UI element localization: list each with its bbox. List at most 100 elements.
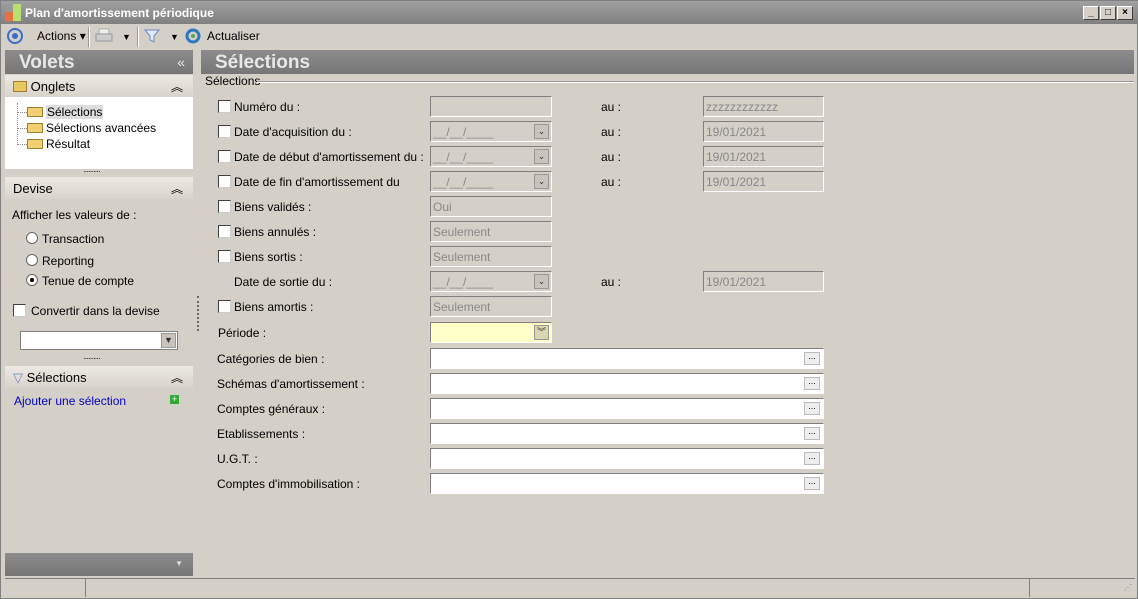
add-selection-link[interactable]: Ajouter une sélection [14, 394, 126, 408]
filter-dropdown-icon[interactable]: ▼ [170, 32, 179, 42]
ellipsis-button[interactable]: ... [804, 377, 820, 390]
field-value: 19/01/2021 [706, 150, 767, 164]
lookup-field[interactable]: ... [430, 423, 824, 444]
row-checkbox[interactable] [218, 225, 231, 238]
tree-item-selections[interactable]: Sélections [17, 105, 227, 119]
print-icon[interactable] [95, 28, 113, 44]
to-field[interactable]: 19/01/2021 [703, 121, 824, 142]
to-field[interactable]: zzzzzzzzzzzz [703, 96, 824, 117]
tree-item-selections-avancees[interactable]: Sélections avancées [17, 121, 156, 135]
actions-menu[interactable]: Actions ▾ [37, 29, 86, 43]
chevron-down-icon[interactable]: ⌄ [534, 274, 549, 289]
periode-select[interactable]: ︾ [430, 322, 552, 343]
row-checkbox[interactable] [218, 200, 231, 213]
collapse-chevron-icon[interactable]: ︽ [171, 78, 183, 95]
field-value: Seulement [433, 250, 491, 264]
radio-label: Reporting [42, 254, 95, 268]
from-field[interactable] [430, 96, 552, 117]
filter-icon[interactable] [144, 28, 160, 44]
row-label: Numéro du : [234, 100, 301, 114]
lookup-field[interactable]: ... [430, 448, 824, 469]
resize-grip-icon[interactable]: ⋰ [1124, 583, 1132, 592]
splitter-handle[interactable]: ·········· [83, 167, 101, 176]
chevron-down-icon[interactable]: ▼ [161, 333, 176, 348]
radio-reporting[interactable] [26, 254, 38, 266]
from-field[interactable]: __/__/____ ⌄ [430, 171, 552, 192]
chevron-down-icon[interactable]: ⌄ [534, 124, 549, 139]
sidebar-footer: ▼ [5, 553, 193, 576]
radio-tenue-de-compte[interactable] [26, 274, 38, 286]
ellipsis-button[interactable]: ... [804, 427, 820, 440]
to-field[interactable]: 19/01/2021 [703, 171, 824, 192]
double-chevron-down-icon[interactable]: ︾ [534, 325, 549, 340]
status-bar: ⋰ [5, 578, 1135, 597]
to-label: au : [601, 275, 622, 289]
ellipsis-button[interactable]: ... [804, 352, 820, 365]
row-label: Date de sortie du : [234, 275, 333, 289]
row-checkbox[interactable] [218, 300, 231, 313]
currency-select[interactable]: ▼ [20, 331, 178, 350]
main-header: Sélections [201, 50, 1134, 74]
row-checkbox[interactable] [218, 175, 231, 188]
from-field[interactable]: Seulement [430, 221, 552, 242]
ellipsis-button[interactable]: ... [804, 477, 820, 490]
convert-checkbox[interactable] [13, 304, 26, 317]
tree-item-resultat[interactable]: Résultat [17, 137, 90, 151]
from-field[interactable]: Seulement [430, 246, 552, 267]
app-logo-icon [5, 4, 21, 21]
app-menu-icon[interactable] [7, 28, 23, 44]
onglets-tree: Sélections Sélections avancées Résultat [5, 97, 193, 169]
row-checkbox[interactable] [218, 100, 231, 113]
ellipsis-button[interactable]: ... [804, 402, 820, 415]
onglets-panel-header[interactable]: Onglets ︽ [5, 75, 193, 97]
from-field[interactable]: Oui [430, 196, 552, 217]
chevron-down-icon[interactable]: ⌄ [534, 174, 549, 189]
row-checkbox[interactable] [218, 150, 231, 163]
collapse-chevron-icon[interactable]: ︽ [171, 369, 183, 386]
row-checkbox[interactable] [218, 250, 231, 263]
devise-panel-header[interactable]: Devise ︽ [5, 177, 193, 199]
lookup-field[interactable]: ... [430, 473, 824, 494]
close-button[interactable]: × [1117, 6, 1133, 20]
collapse-sidebar-button[interactable]: « [177, 54, 185, 70]
field-value: 19/01/2021 [706, 275, 767, 289]
radio-transaction[interactable] [26, 232, 38, 244]
splitter-handle[interactable]: ·········· [83, 354, 101, 363]
row-label: Date d'acquisition du : [234, 125, 352, 139]
tree-item-label: Sélections [46, 105, 104, 119]
group-divider [257, 81, 1134, 83]
to-field[interactable]: 19/01/2021 [703, 271, 824, 292]
chevron-down-icon[interactable]: ⌄ [534, 149, 549, 164]
row-label: Date de fin d'amortissement du [234, 175, 400, 189]
filter-icon: ▽ [13, 370, 23, 385]
from-field[interactable]: __/__/____ ⌄ [430, 121, 552, 142]
to-label: au : [601, 175, 622, 189]
folder-icon [13, 81, 27, 92]
selections-panel-header[interactable]: ▽ Sélections ︽ [5, 366, 193, 388]
print-dropdown-icon[interactable]: ▼ [122, 32, 131, 42]
from-field[interactable]: __/__/____ ⌄ [430, 146, 552, 167]
actions-label: Actions [37, 29, 77, 43]
field-value: Seulement [433, 300, 491, 314]
chevron-down-icon[interactable]: ▼ [175, 559, 183, 568]
add-icon[interactable]: + [170, 395, 179, 404]
minimize-button[interactable]: _ [1083, 6, 1099, 20]
ellipsis-button[interactable]: ... [804, 452, 820, 465]
row-checkbox[interactable] [218, 125, 231, 138]
field-value: __/__/____ [433, 125, 494, 139]
lookup-field[interactable]: ... [430, 348, 824, 369]
from-field[interactable]: Seulement [430, 296, 552, 317]
refresh-icon[interactable] [185, 28, 201, 44]
maximize-button[interactable]: □ [1100, 6, 1116, 20]
from-field[interactable]: __/__/____ ⌄ [430, 271, 552, 292]
sidebar-resize-handle[interactable] [197, 296, 199, 331]
lookup-field[interactable]: ... [430, 373, 824, 394]
to-field[interactable]: 19/01/2021 [703, 146, 824, 167]
field-value: __/__/____ [433, 175, 494, 189]
toolbar: Actions ▾ ▼ ▼ Actualiser [1, 24, 1138, 48]
lookup-field[interactable]: ... [430, 398, 824, 419]
row-label: Biens annulés : [234, 225, 317, 239]
refresh-button[interactable]: Actualiser [207, 29, 260, 43]
collapse-chevron-icon[interactable]: ︽ [171, 180, 183, 197]
lookup-label: Schémas d'amortissement : [217, 377, 365, 391]
